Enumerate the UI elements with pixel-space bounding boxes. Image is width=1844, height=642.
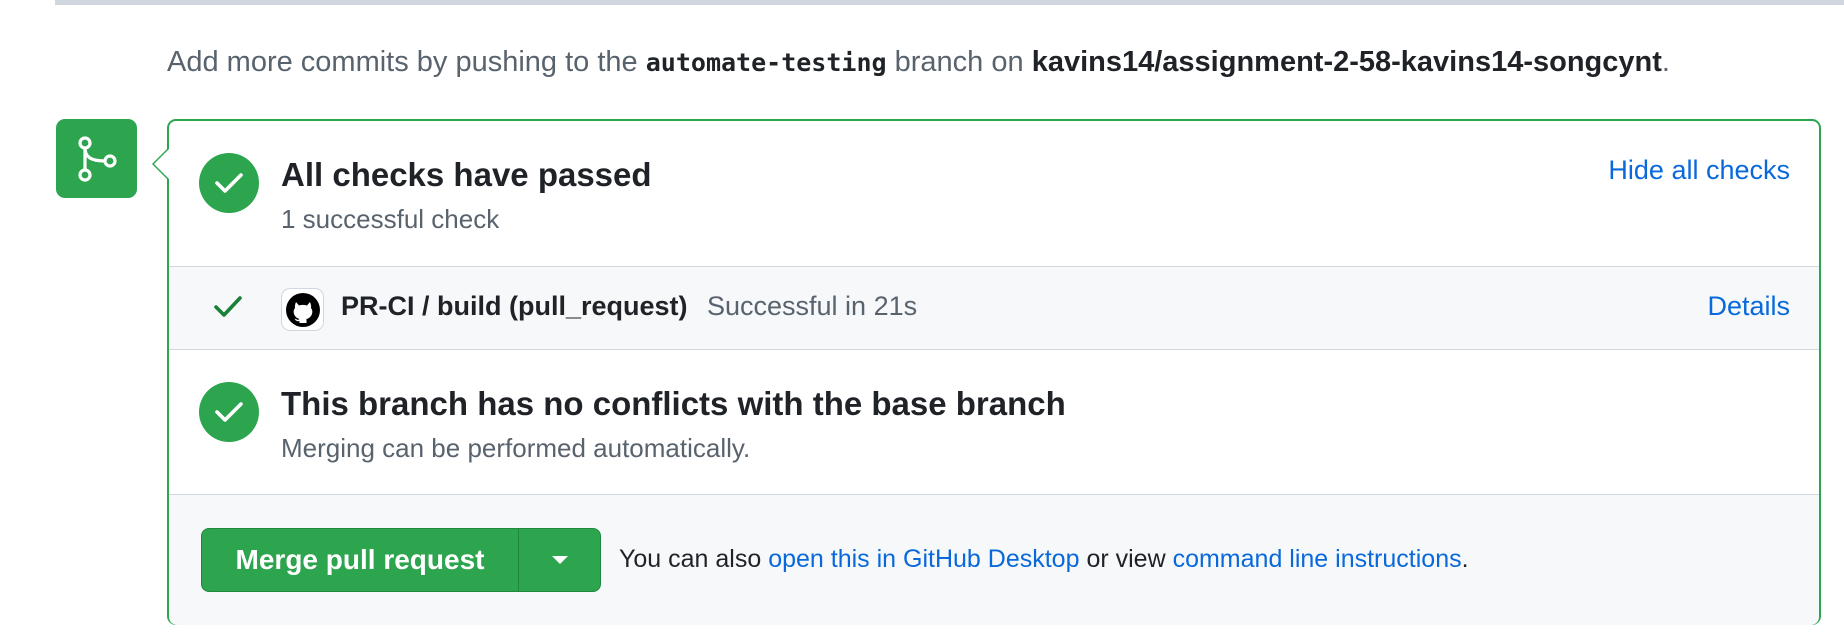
- checks-passed-status: [199, 153, 259, 213]
- check-details-link[interactable]: Details: [1707, 291, 1790, 322]
- merge-method-dropdown-button[interactable]: [518, 529, 600, 591]
- command-line-instructions-link[interactable]: command line instructions: [1173, 545, 1462, 573]
- merge-alternatives: You can also open this in GitHub Desktop…: [619, 545, 1469, 574]
- check-icon: [214, 296, 242, 317]
- merge-badge: [56, 119, 137, 198]
- merge-box: All checks have passed 1 successful chec…: [152, 119, 1821, 625]
- head-repo-name: kavins14/assignment-2-58-kavins14-songcy…: [1031, 46, 1662, 78]
- checks-subtitle: 1 successful check: [281, 204, 500, 234]
- check-icon: [215, 402, 243, 422]
- github-mark-icon: [285, 292, 320, 327]
- check-run-row: PR-CI / build (pull_request) Successful …: [169, 266, 1819, 350]
- checks-title: All checks have passed: [281, 156, 652, 193]
- conflicts-subtitle: Merging can be performed automatically.: [281, 433, 751, 463]
- conflicts-summary: This branch has no conflicts with the ba…: [169, 350, 1819, 494]
- open-in-desktop-link[interactable]: open this in GitHub Desktop: [768, 545, 1079, 573]
- timeline-divider: [55, 0, 1844, 5]
- github-actions-avatar: [281, 288, 324, 331]
- triangle-down-icon: [551, 556, 568, 564]
- merge-pull-request-button[interactable]: Merge pull request: [202, 529, 518, 591]
- hide-all-checks-link[interactable]: Hide all checks: [1608, 155, 1790, 186]
- check-run-name: PR-CI / build (pull_request): [341, 291, 688, 321]
- push-note-prefix: Add more commits by pushing to the: [167, 46, 638, 78]
- check-run-status: [213, 293, 243, 324]
- push-instructions: Add more commits by pushing to the autom…: [167, 46, 1670, 79]
- head-branch-name: automate-testing: [645, 48, 887, 77]
- conflicts-title: This branch has no conflicts with the ba…: [281, 385, 1066, 422]
- push-note-middle: branch on: [894, 46, 1024, 78]
- merge-box-pointer: [152, 147, 169, 181]
- push-note-suffix: .: [1661, 46, 1670, 78]
- merge-actions: Merge pull request You can also open thi…: [169, 494, 1819, 625]
- check-run-status-text: Successful in 21s: [707, 291, 918, 321]
- no-conflicts-status: [199, 382, 259, 442]
- check-icon: [215, 173, 243, 193]
- git-merge-icon: [77, 135, 117, 182]
- checks-summary: All checks have passed 1 successful chec…: [169, 121, 1819, 266]
- merge-help-middle: or view: [1086, 545, 1166, 573]
- merge-help-prefix: You can also: [619, 545, 762, 573]
- merge-button-group: Merge pull request: [201, 528, 601, 592]
- merge-help-suffix: .: [1461, 545, 1469, 573]
